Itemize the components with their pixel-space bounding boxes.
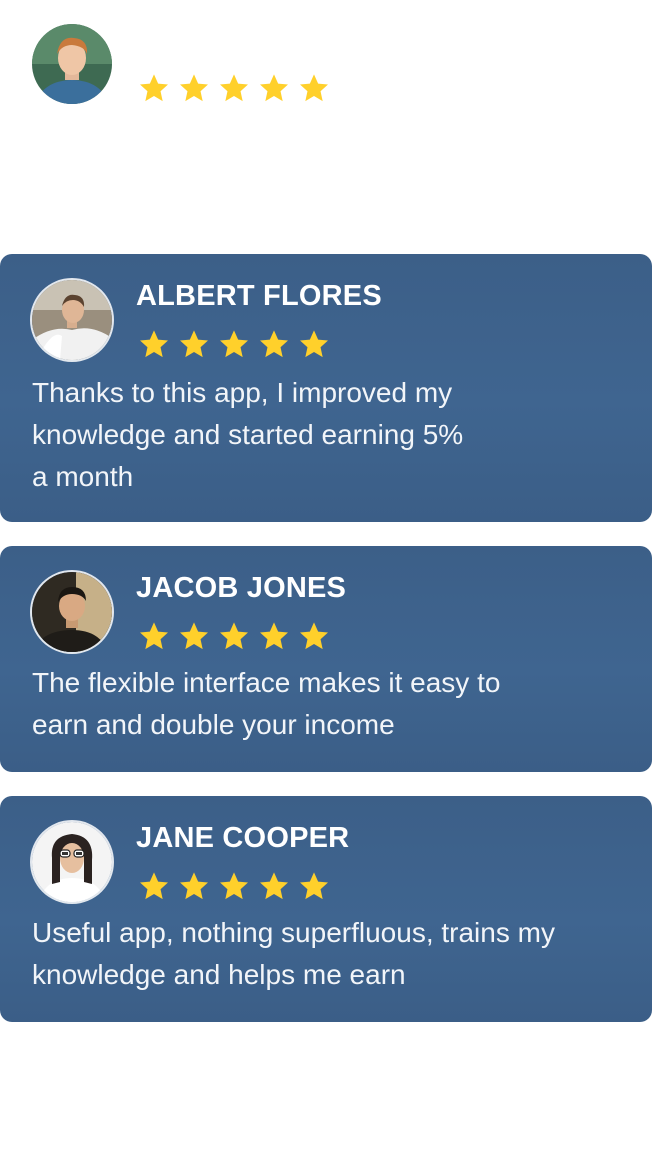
reviewer-name: ALBERT FLORES bbox=[136, 280, 382, 312]
rating-stars bbox=[138, 328, 330, 360]
rating-stars bbox=[138, 620, 330, 652]
star-icon bbox=[298, 328, 330, 360]
person-avatar-icon bbox=[32, 24, 112, 104]
star-icon bbox=[138, 328, 170, 360]
star-icon bbox=[258, 72, 290, 104]
star-icon bbox=[178, 72, 210, 104]
person-avatar-icon bbox=[32, 280, 112, 360]
star-icon bbox=[138, 72, 170, 104]
star-icon bbox=[258, 620, 290, 652]
reviewer-avatar bbox=[32, 280, 112, 360]
star-icon bbox=[298, 72, 330, 104]
review-text: The flexible interface makes it easy to … bbox=[32, 667, 501, 740]
star-icon bbox=[218, 620, 250, 652]
star-icon bbox=[218, 870, 250, 902]
reviewer-name: JANE COOPER bbox=[136, 822, 350, 854]
star-icon bbox=[298, 620, 330, 652]
rating-stars bbox=[138, 870, 330, 902]
review-card: JANE COOPER Useful app, nothing superflu… bbox=[0, 796, 652, 1022]
star-icon bbox=[298, 870, 330, 902]
person-avatar-icon bbox=[32, 572, 112, 652]
top-reviewer-avatar bbox=[32, 24, 112, 104]
reviewer-name: JACOB JONES bbox=[136, 572, 347, 604]
star-icon bbox=[258, 328, 290, 360]
reviewer-avatar bbox=[32, 572, 112, 652]
star-icon bbox=[178, 620, 210, 652]
person-avatar-icon bbox=[32, 822, 112, 902]
star-icon bbox=[218, 72, 250, 104]
top-rating-stars bbox=[138, 72, 330, 104]
star-icon bbox=[258, 870, 290, 902]
star-icon bbox=[178, 328, 210, 360]
review-card: ALBERT FLORES Thanks to this app, I impr… bbox=[0, 254, 652, 522]
review-text: Thanks to this app, I improved my knowle… bbox=[32, 377, 464, 492]
review-card: JACOB JONES The flexible interface makes… bbox=[0, 546, 652, 772]
star-icon bbox=[138, 620, 170, 652]
reviewer-avatar bbox=[32, 822, 112, 902]
star-icon bbox=[138, 870, 170, 902]
review-text: Useful app, nothing superfluous, trains … bbox=[32, 917, 555, 990]
star-icon bbox=[178, 870, 210, 902]
star-icon bbox=[218, 328, 250, 360]
